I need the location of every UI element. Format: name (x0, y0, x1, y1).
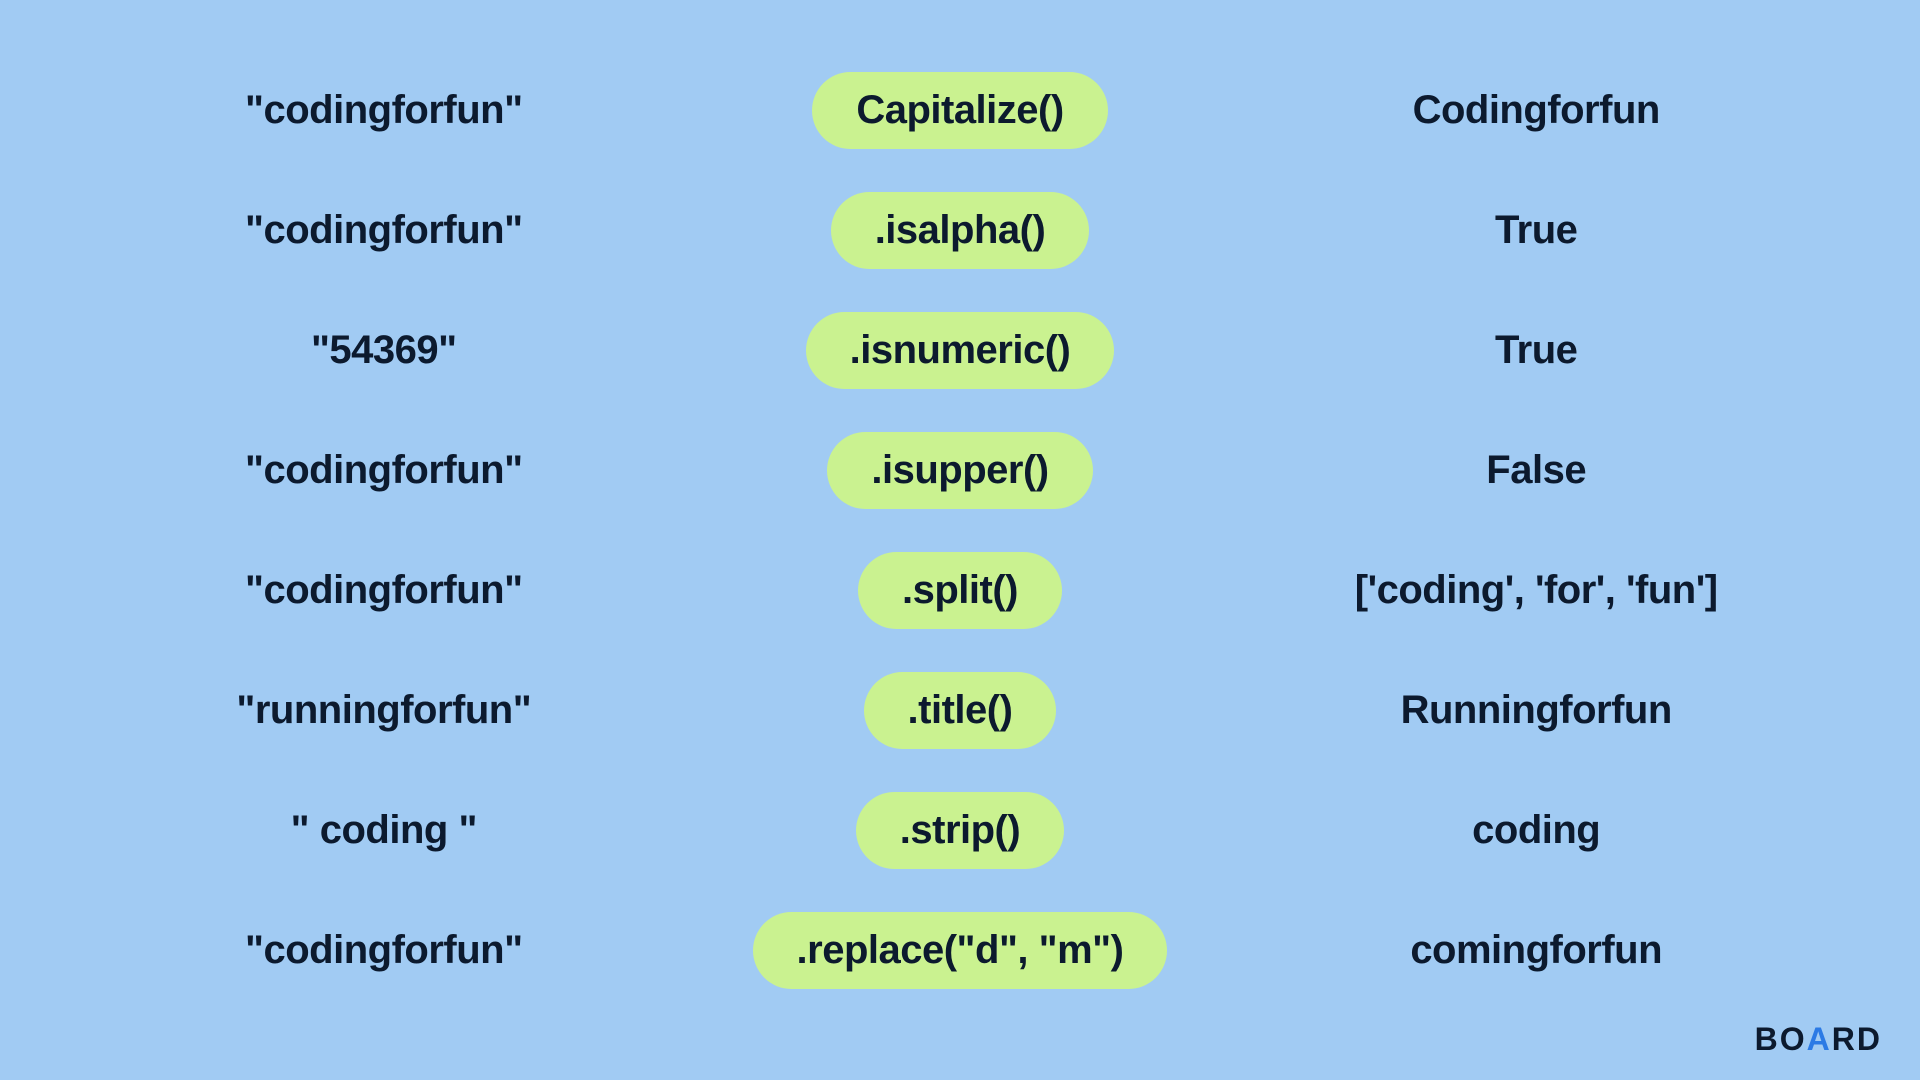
method-pill: .title() (864, 672, 1057, 749)
output-value: True (1252, 328, 1820, 373)
input-value: "codingforfun" (100, 88, 668, 133)
input-value: "codingforfun" (100, 928, 668, 973)
input-value: "runningforfun" (100, 688, 668, 733)
input-value: "codingforfun" (100, 448, 668, 493)
input-value: "54369" (100, 328, 668, 373)
output-value: Codingforfun (1252, 88, 1820, 133)
table-row: "codingforfun" .split() ['coding', 'for'… (100, 552, 1820, 629)
input-value: "codingforfun" (100, 568, 668, 613)
table-row: "codingforfun" .replace("d", "m") coming… (100, 912, 1820, 989)
method-wrap: Capitalize() (668, 72, 1253, 149)
input-value: " coding " (100, 808, 668, 853)
method-pill: Capitalize() (812, 72, 1107, 149)
method-wrap: .isupper() (668, 432, 1253, 509)
methods-table: "codingforfun" Capitalize() Codingforfun… (0, 0, 1920, 1080)
method-wrap: .strip() (668, 792, 1253, 869)
output-value: Runningforfun (1252, 688, 1820, 733)
method-pill: .replace("d", "m") (753, 912, 1168, 989)
table-row: "runningforfun" .title() Runningforfun (100, 672, 1820, 749)
method-wrap: .split() (668, 552, 1253, 629)
table-row: "codingforfun" .isalpha() True (100, 192, 1820, 269)
method-pill: .split() (858, 552, 1062, 629)
table-row: "codingforfun" .isupper() False (100, 432, 1820, 509)
logo-letter: B (1755, 1021, 1780, 1057)
logo-letter: D (1857, 1021, 1882, 1057)
logo-letter: A (1807, 1021, 1832, 1057)
output-value: False (1252, 448, 1820, 493)
method-wrap: .title() (668, 672, 1253, 749)
output-value: comingforfun (1252, 928, 1820, 973)
method-wrap: .isnumeric() (668, 312, 1253, 389)
method-pill: .isalpha() (831, 192, 1090, 269)
table-row: " coding " .strip() coding (100, 792, 1820, 869)
output-value: True (1252, 208, 1820, 253)
table-row: "54369" .isnumeric() True (100, 312, 1820, 389)
table-row: "codingforfun" Capitalize() Codingforfun (100, 72, 1820, 149)
output-value: coding (1252, 808, 1820, 853)
method-pill: .strip() (856, 792, 1064, 869)
method-wrap: .replace("d", "m") (668, 912, 1253, 989)
logo-letter: R (1832, 1021, 1857, 1057)
method-wrap: .isalpha() (668, 192, 1253, 269)
method-pill: .isnumeric() (806, 312, 1115, 389)
board-logo: BOARD (1755, 1021, 1882, 1058)
output-value: ['coding', 'for', 'fun'] (1252, 568, 1820, 613)
method-pill: .isupper() (827, 432, 1092, 509)
logo-letter: O (1780, 1021, 1807, 1057)
input-value: "codingforfun" (100, 208, 668, 253)
